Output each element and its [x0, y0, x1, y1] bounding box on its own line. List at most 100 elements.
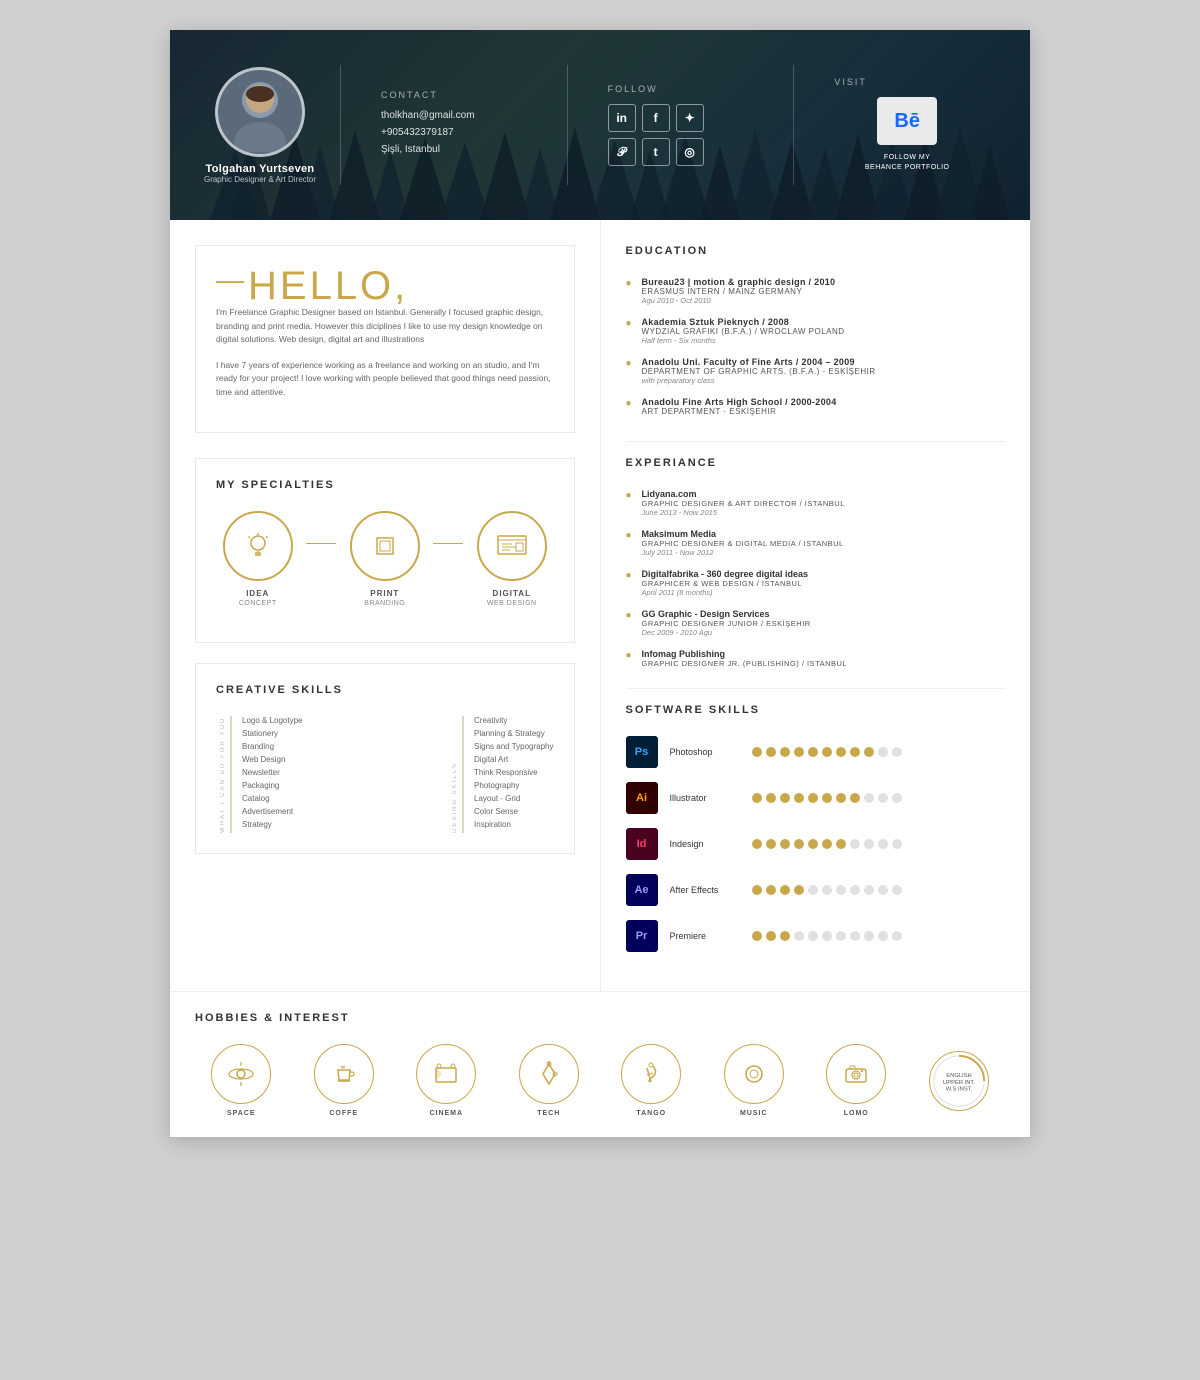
left-skill-item: Newsletter: [242, 768, 303, 777]
specialties-icons: IDEA CONCEPT PRINT BRANDING: [216, 511, 554, 607]
experience-item: ● Maksimum Media GRAPHIC DESIGNER & DIGI…: [626, 529, 1006, 557]
exp-bullet: ●: [626, 650, 634, 661]
hobby-space: SPACE: [211, 1044, 271, 1117]
dot-filled: [836, 747, 846, 757]
social-icons: in f ✦ 𝒫 t ◎: [608, 104, 754, 166]
design-skills-label: DESING SKILLS: [448, 716, 462, 833]
software-icon-box: Ps: [626, 736, 658, 768]
specialty-digital: DIGITAL WEB DESIGN: [477, 511, 547, 607]
svg-text:ENGLISH: ENGLISH: [946, 1073, 971, 1079]
experience-item: ● Digitalfabrika - 360 degree digital id…: [626, 569, 1006, 597]
dot-empty: [892, 793, 902, 803]
right-skill-item: Signs and Typography: [474, 742, 553, 751]
edu-title: Akademia Sztuk Pieknych / 2008: [642, 317, 845, 327]
left-skill-item: Web Design: [242, 755, 303, 764]
specialty-divider-1: [306, 543, 336, 544]
dot-filled: [780, 885, 790, 895]
hobby-lomo: LOMO: [826, 1044, 886, 1117]
social-row-2: 𝒫 t ◎: [608, 138, 754, 166]
header-content: Tolgahan Yurtseven Graphic Designer & Ar…: [170, 65, 1030, 185]
dot-filled: [766, 885, 776, 895]
lomo-label: LOMO: [844, 1110, 869, 1117]
lightbulb-icon: [242, 530, 274, 562]
specialty-idea-sublabel: CONCEPT: [239, 600, 277, 607]
lomo-icon: [826, 1044, 886, 1104]
avatar: [215, 67, 305, 157]
dot-empty: [892, 931, 902, 941]
svg-text:UPPER INT.: UPPER INT.: [943, 1079, 975, 1085]
instagram-icon[interactable]: ◎: [676, 138, 704, 166]
dot-empty: [836, 931, 846, 941]
dot-filled: [850, 747, 860, 757]
header-divider-3: [793, 65, 794, 185]
pinterest-icon[interactable]: 𝒫: [608, 138, 636, 166]
right-skill-item: Photography: [474, 781, 553, 790]
dot-empty: [892, 747, 902, 757]
exp-company: Lidyana.com: [642, 489, 845, 499]
music-label: MUSIC: [740, 1110, 768, 1117]
exp-company: GG Graphic - Design Services: [642, 609, 811, 619]
contact-section: Contact tholkhan@gmail.com +905432379187…: [361, 90, 547, 161]
tango-label: TANGO: [636, 1110, 666, 1117]
behance-box[interactable]: Bē: [877, 97, 937, 145]
language-arc-svg: ENGLISH UPPER INT. W.S.INST.: [930, 1051, 988, 1111]
right-column: EDUCATION ● Bureau23 | motion & graphic …: [601, 220, 1031, 991]
visit-label: Visit: [834, 77, 867, 87]
education-item: ● Bureau23 | motion & graphic design / 2…: [626, 277, 1006, 305]
exp-bullet: ●: [626, 490, 634, 501]
exp-content: GG Graphic - Design Services GRAPHIC DES…: [642, 609, 811, 637]
specialty-print-icon: [350, 511, 420, 581]
right-skill-item: Planning & Strategy: [474, 729, 553, 738]
dot-empty: [808, 885, 818, 895]
dot-empty: [850, 839, 860, 849]
dot-filled: [766, 793, 776, 803]
software-name: Illustrator: [670, 793, 740, 803]
dot-empty: [878, 747, 888, 757]
dot-filled: [794, 839, 804, 849]
dot-empty: [892, 839, 902, 849]
creative-skills-title: CREATIVE SKILLS: [216, 684, 554, 696]
exp-role: GRAPHIC DESIGNER JUNIOR / ESKİŞEHIR: [642, 619, 811, 628]
follow-label: Follow: [608, 84, 754, 94]
dot-filled: [822, 839, 832, 849]
dot-filled: [752, 885, 762, 895]
dot-filled: [808, 839, 818, 849]
coffee-label: COFFE: [329, 1110, 358, 1117]
person-title: Graphic Designer & Art Director: [204, 175, 316, 184]
specialty-print: PRINT BRANDING: [350, 511, 420, 607]
edu-content: Anadolu Uni. Faculty of Fine Arts / 2004…: [642, 357, 876, 385]
tumblr-icon[interactable]: t: [642, 138, 670, 166]
dot-empty: [808, 931, 818, 941]
exp-bullet: ●: [626, 530, 634, 541]
experience-title: EXPERIANCE: [626, 457, 1006, 469]
experience-item: ● Infomag Publishing GRAPHIC DESIGNER JR…: [626, 649, 1006, 668]
right-skill-item: Color Sense: [474, 807, 553, 816]
edu-bullet: ●: [626, 278, 634, 289]
left-skill-item: Packaging: [242, 781, 303, 790]
twitter-icon[interactable]: ✦: [676, 104, 704, 132]
contact-phone: +905432379187: [381, 127, 527, 138]
specialties-section: MY SPECIALTIES: [195, 458, 575, 643]
hello-text-2: I have 7 years of experience working as …: [216, 359, 554, 400]
experience-list: ● Lidyana.com GRAPHIC DESIGNER & ART DIR…: [626, 489, 1006, 668]
dot-empty: [878, 839, 888, 849]
left-skill-item: Logo & Logotype: [242, 716, 303, 725]
software-item: Ai Illustrator: [626, 782, 1006, 814]
linkedin-icon[interactable]: in: [608, 104, 636, 132]
person-name: Tolgahan Yurtseven: [206, 163, 315, 175]
edu-content: Akademia Sztuk Pieknych / 2008 WYDZIAL G…: [642, 317, 845, 345]
header-divider-2: [567, 65, 568, 185]
hobbies-title: HOBBIES & INTEREST: [195, 1012, 1005, 1024]
tech-icon: [519, 1044, 579, 1104]
software-skills-title: SOFTWARE SKILLS: [626, 704, 1006, 716]
specialty-divider-2: [433, 543, 463, 544]
dot-filled: [808, 747, 818, 757]
hobby-language: ENGLISH UPPER INT. W.S.INST.: [929, 1051, 989, 1111]
specialty-print-sublabel: BRANDING: [364, 600, 405, 607]
tech-label: TECH: [537, 1110, 560, 1117]
facebook-icon[interactable]: f: [642, 104, 670, 132]
what-i-can-do-label: WHAT I CAN DO FOR YOU: [216, 716, 230, 833]
dot-empty: [836, 885, 846, 895]
software-name: Photoshop: [670, 747, 740, 757]
print-icon: [369, 530, 401, 562]
